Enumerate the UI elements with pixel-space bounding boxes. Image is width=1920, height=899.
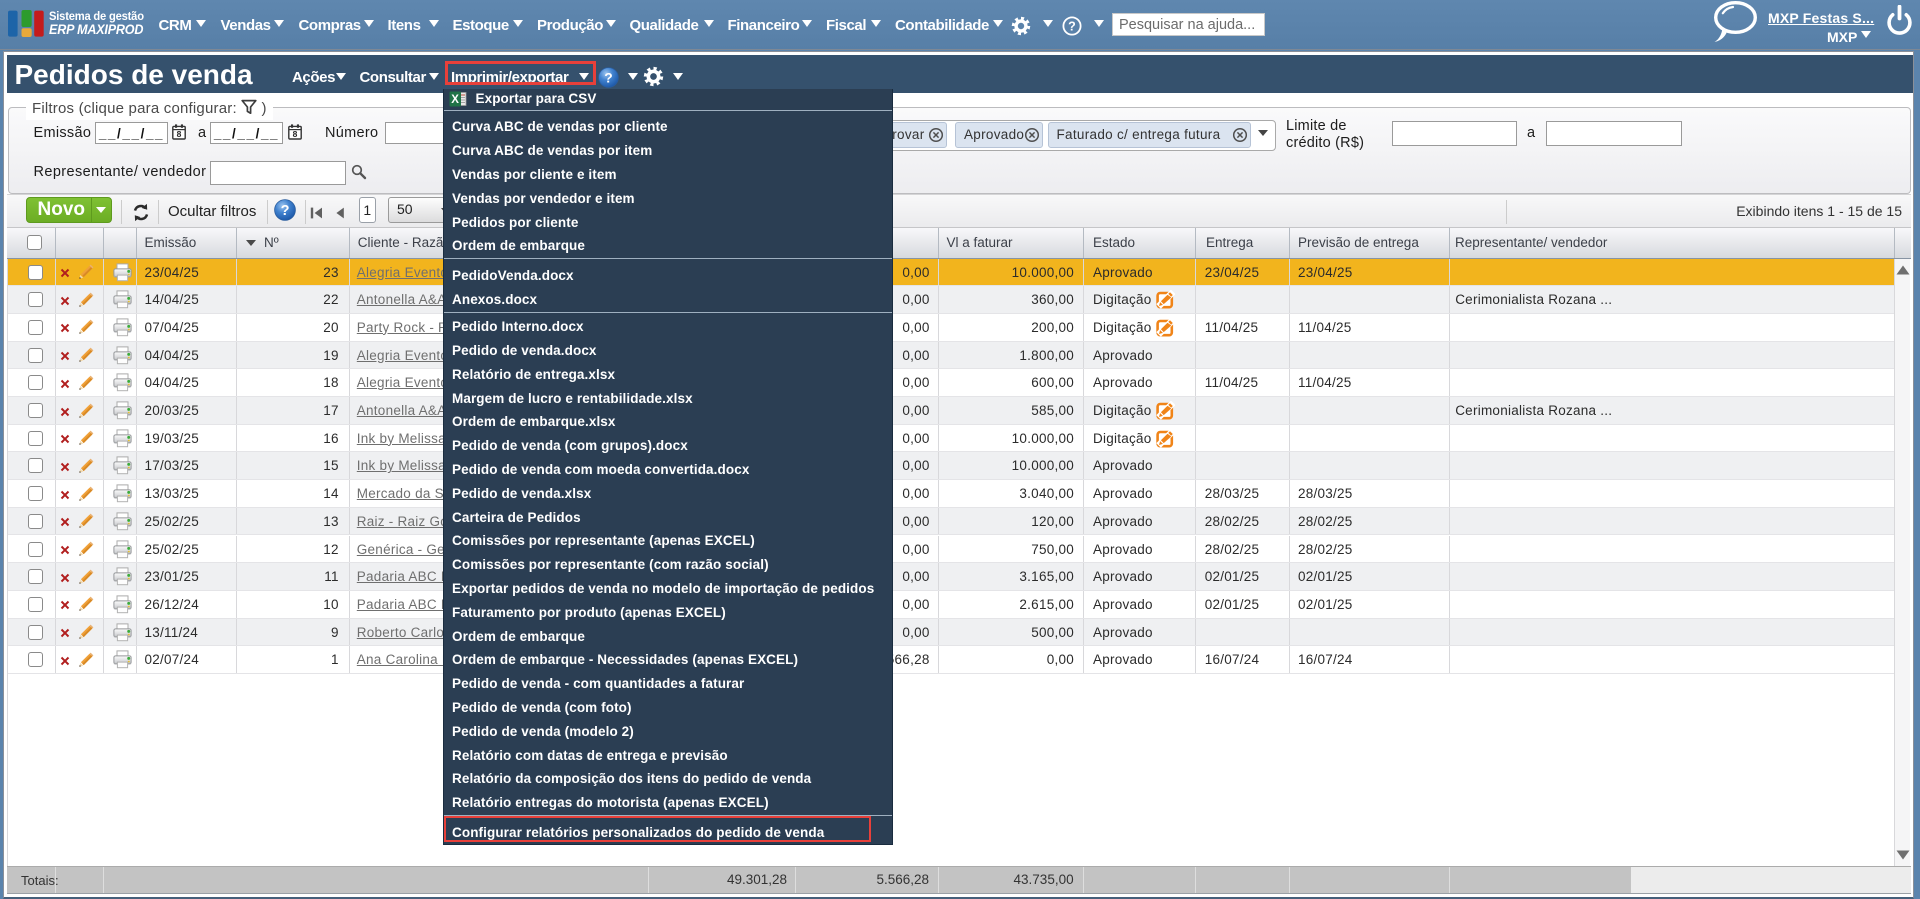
svg-text:?: ? (604, 69, 612, 85)
svg-text:X: X (451, 94, 459, 106)
svg-text:?: ? (280, 203, 289, 219)
svg-text:8: 8 (293, 129, 298, 139)
svg-text:8: 8 (177, 129, 182, 139)
svg-text:?: ? (1068, 19, 1076, 33)
